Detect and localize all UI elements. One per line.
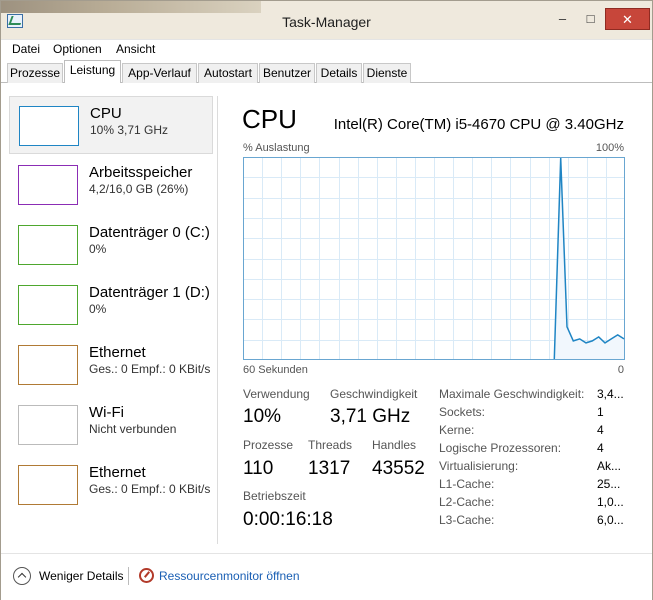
y-axis-label: % Auslastung bbox=[243, 142, 310, 154]
spec-label: Sockets: bbox=[439, 405, 486, 419]
threads-label: Threads bbox=[308, 438, 353, 452]
x-axis-label: 60 Sekunden bbox=[243, 364, 308, 376]
spec-value: 25... bbox=[597, 477, 621, 491]
spec-label: L3-Cache: bbox=[439, 513, 495, 527]
spec-value: Ak... bbox=[597, 459, 622, 473]
desktop-background-strip bbox=[1, 1, 261, 13]
task-manager-window: Task-Manager – □ ✕ Datei Optionen Ansich… bbox=[0, 0, 653, 600]
sidebar-item-3[interactable]: Datenträger 1 (D:) 0% bbox=[9, 276, 213, 334]
handles-label: Handles bbox=[372, 438, 417, 452]
speed-label: Geschwindigkeit bbox=[330, 387, 418, 401]
spec-label: Logische Prozessoren: bbox=[439, 441, 562, 455]
processes-label: Prozesse bbox=[243, 438, 294, 452]
y-axis-max: 100% bbox=[595, 142, 624, 154]
threads-value: 1317 bbox=[308, 458, 351, 479]
handles-value: 43552 bbox=[372, 458, 425, 479]
spec-label: Virtualisierung: bbox=[439, 459, 519, 473]
spec-label: Maximale Geschwindigkeit: bbox=[439, 387, 585, 401]
sidebar-divider bbox=[217, 96, 218, 544]
menu-datei[interactable]: Datei bbox=[12, 42, 40, 56]
sidebar-thumbnail bbox=[18, 345, 78, 385]
sidebar-item-subtitle: 4,2/16,0 GB (26%) bbox=[89, 182, 189, 196]
footer-divider bbox=[128, 567, 129, 585]
tab-benutzer[interactable]: Benutzer bbox=[259, 63, 315, 83]
footer-bar: Weniger Details Ressourcenmonitor öffnen bbox=[1, 553, 652, 600]
sidebar-thumbnail bbox=[18, 165, 78, 205]
menu-ansicht[interactable]: Ansicht bbox=[116, 42, 155, 56]
sidebar-item-title: Datenträger 1 (D:) bbox=[89, 284, 210, 301]
usage-value: 10% bbox=[243, 406, 282, 427]
sidebar-item-title: Arbeitsspeicher bbox=[89, 164, 193, 181]
chevron-up-icon[interactable] bbox=[13, 567, 31, 585]
tab-dienste[interactable]: Dienste bbox=[363, 63, 411, 83]
sidebar-item-title: Wi-Fi bbox=[89, 404, 124, 421]
speed-value: 3,71 GHz bbox=[330, 406, 411, 427]
sidebar-thumbnail bbox=[19, 106, 79, 146]
sidebar-item-title: Datenträger 0 (C:) bbox=[89, 224, 210, 241]
tab-details[interactable]: Details bbox=[316, 63, 362, 83]
sidebar-thumbnail bbox=[18, 405, 78, 445]
usage-label: Verwendung bbox=[243, 387, 310, 401]
sidebar-item-1[interactable]: Arbeitsspeicher 4,2/16,0 GB (26%) bbox=[9, 156, 213, 214]
spec-value: 4 bbox=[597, 441, 604, 455]
cpu-model: Intel(R) Core(TM) i5-4670 CPU @ 3.40GHz bbox=[333, 116, 624, 133]
spec-value: 3,4... bbox=[597, 387, 624, 401]
sidebar-thumbnail bbox=[18, 225, 78, 265]
maximize-button[interactable]: □ bbox=[577, 8, 604, 30]
sidebar-item-title: Ethernet bbox=[89, 344, 146, 361]
sidebar-item-subtitle: Nicht verbunden bbox=[89, 422, 177, 436]
sidebar-item-6[interactable]: Ethernet Ges.: 0 Empf.: 0 KBit/s bbox=[9, 456, 213, 514]
tab-leistung[interactable]: Leistung bbox=[64, 60, 121, 84]
spec-value: 6,0... bbox=[597, 513, 624, 527]
sidebar-item-title: CPU bbox=[90, 105, 122, 122]
sidebar-item-subtitle: 0% bbox=[89, 242, 107, 256]
title-bar[interactable]: Task-Manager – □ ✕ bbox=[1, 1, 652, 39]
open-resource-monitor-link[interactable]: Ressourcenmonitor öffnen bbox=[159, 569, 300, 583]
minimize-button[interactable]: – bbox=[549, 8, 576, 30]
tab-bar: Prozesse Leistung App-Verlauf Autostart … bbox=[1, 59, 652, 84]
sidebar-thumbnail bbox=[18, 285, 78, 325]
spec-label: L2-Cache: bbox=[439, 495, 495, 509]
processes-value: 110 bbox=[243, 458, 274, 479]
menu-bar: Datei Optionen Ansicht bbox=[1, 39, 652, 59]
sidebar-item-title: Ethernet bbox=[89, 464, 146, 481]
fewer-details-button[interactable]: Weniger Details bbox=[39, 569, 123, 583]
sidebar-item-subtitle: 10% 3,71 GHz bbox=[90, 123, 169, 137]
x-axis-min: 0 bbox=[617, 364, 624, 376]
spec-label: L1-Cache: bbox=[439, 477, 495, 491]
resource-title: CPU bbox=[242, 104, 297, 134]
tab-app-verlauf[interactable]: App-Verlauf bbox=[122, 63, 197, 83]
sidebar-item-subtitle: 0% bbox=[89, 302, 107, 316]
spec-label: Kerne: bbox=[439, 423, 475, 437]
sidebar-item-4[interactable]: Ethernet Ges.: 0 Empf.: 0 KBit/s bbox=[9, 336, 213, 394]
uptime-label: Betriebszeit bbox=[243, 489, 306, 503]
resource-monitor-icon[interactable] bbox=[139, 568, 154, 583]
spec-value: 1 bbox=[597, 405, 604, 419]
menu-optionen[interactable]: Optionen bbox=[53, 42, 102, 56]
spec-value: 1,0... bbox=[597, 495, 624, 509]
sidebar-item-0[interactable]: CPU 10% 3,71 GHz bbox=[9, 96, 213, 154]
sidebar-thumbnail bbox=[18, 465, 78, 505]
tab-prozesse[interactable]: Prozesse bbox=[7, 63, 63, 83]
sidebar-item-subtitle: Ges.: 0 Empf.: 0 KBit/s bbox=[89, 482, 211, 496]
spec-value: 4 bbox=[597, 423, 604, 437]
tab-autostart[interactable]: Autostart bbox=[198, 63, 258, 83]
sidebar-item-2[interactable]: Datenträger 0 (C:) 0% bbox=[9, 216, 213, 274]
close-button[interactable]: ✕ bbox=[605, 8, 650, 30]
uptime-value: 0:00:16:18 bbox=[243, 509, 333, 530]
cpu-usage-graph bbox=[243, 157, 625, 360]
sidebar-item-5[interactable]: Wi-Fi Nicht verbunden bbox=[9, 396, 213, 454]
sidebar-item-subtitle: Ges.: 0 Empf.: 0 KBit/s bbox=[89, 362, 211, 376]
